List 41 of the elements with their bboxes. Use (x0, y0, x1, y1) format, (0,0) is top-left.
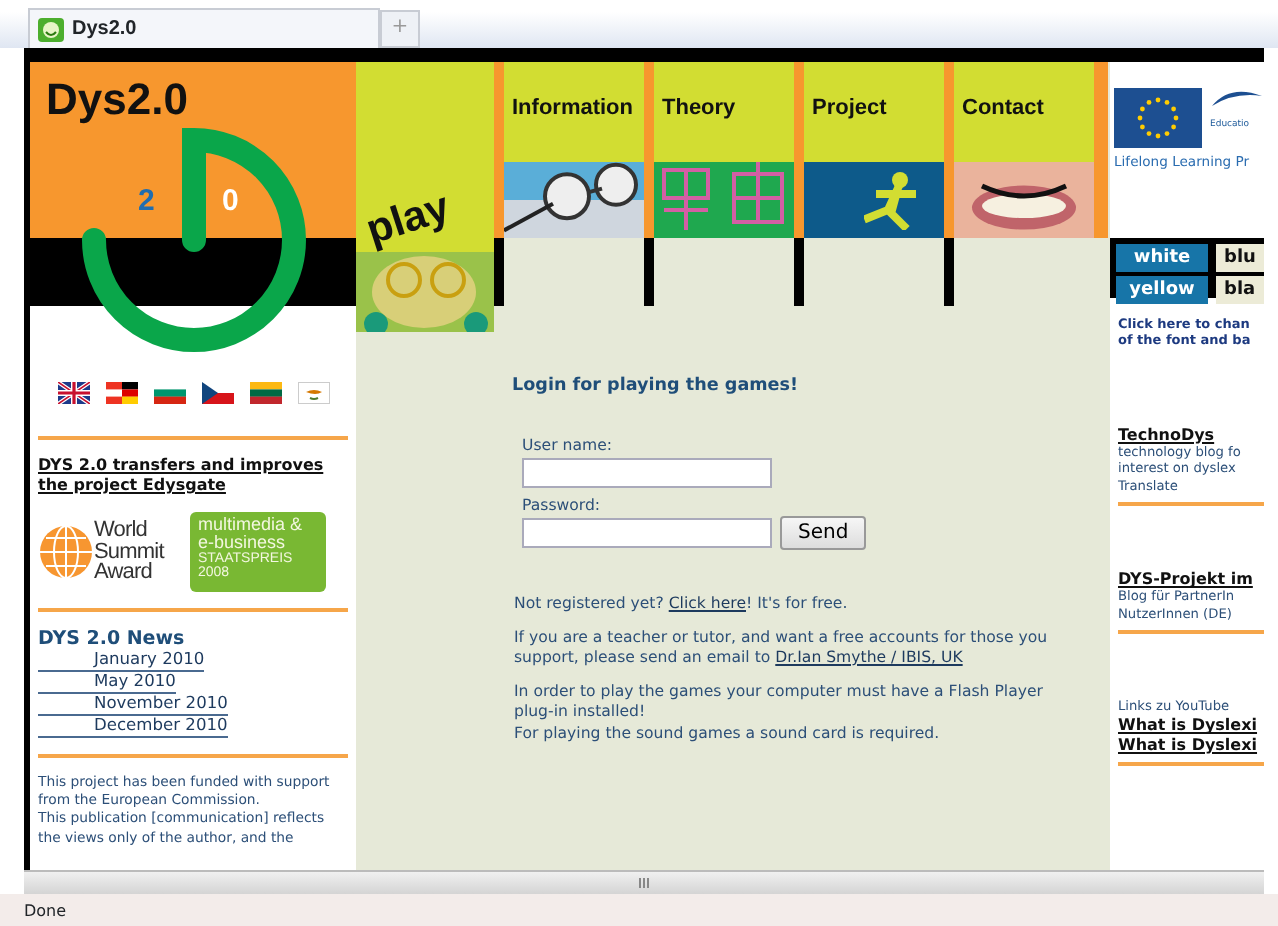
flag-icon (249, 382, 281, 404)
flag-icon (57, 382, 89, 404)
news-link[interactable]: January 2010 (38, 650, 205, 672)
news-headline-link[interactable]: DYS 2.0 transfers and improves the project Edysgate (38, 456, 348, 496)
swoosh-icon (1210, 88, 1262, 108)
eu-flag-icon (1114, 88, 1202, 148)
blog-title-link[interactable]: DYS-Projekt im (1118, 570, 1264, 589)
flag-icon (201, 382, 233, 404)
nav-tab[interactable]: Contact (954, 62, 1094, 162)
news-link[interactable]: May 2010 (38, 671, 176, 694)
play-title[interactable]: play (361, 186, 455, 252)
theme-button[interactable]: blu (1216, 244, 1264, 272)
theme-button[interactable]: white (1116, 244, 1208, 272)
theme-button[interactable]: yellow (1116, 276, 1208, 304)
video-link[interactable]: What is Dyslexi (1118, 735, 1264, 755)
login-title: Login for playing the games! (512, 376, 801, 396)
globe-icon (38, 524, 94, 580)
send-button[interactable]: Send (780, 516, 867, 551)
runner-icon (864, 170, 920, 230)
news-title: DYS 2.0 News (38, 628, 187, 650)
video-link[interactable]: What is Dyslexi (1118, 716, 1264, 736)
news-link[interactable]: December 2010 (38, 715, 228, 738)
nav-tab[interactable]: Project (804, 62, 944, 162)
input-field[interactable] (522, 518, 772, 549)
horizontal-scrollbar[interactable] (24, 870, 1264, 894)
nav-tab[interactable]: Theory (654, 62, 794, 162)
news-link[interactable]: November 2010 (38, 693, 228, 716)
input-field[interactable] (522, 457, 772, 488)
logo-digit: 0 (222, 184, 239, 218)
grip-icon (638, 878, 650, 888)
browser-tab[interactable]: Dys2.0 (28, 8, 380, 48)
nav-tab[interactable]: Information (504, 62, 644, 162)
logo-title: Dys2.0 (46, 74, 188, 126)
logo-digit: 2 (138, 184, 155, 218)
flag-icon (297, 382, 329, 404)
theme-button[interactable]: bla (1216, 276, 1264, 304)
flag-icon (105, 382, 137, 404)
status-text: Done (0, 894, 1278, 926)
blog-title-link[interactable]: TechnoDys (1118, 425, 1264, 444)
site-icon (38, 17, 64, 41)
award-logo: World Summit Award (38, 520, 182, 584)
